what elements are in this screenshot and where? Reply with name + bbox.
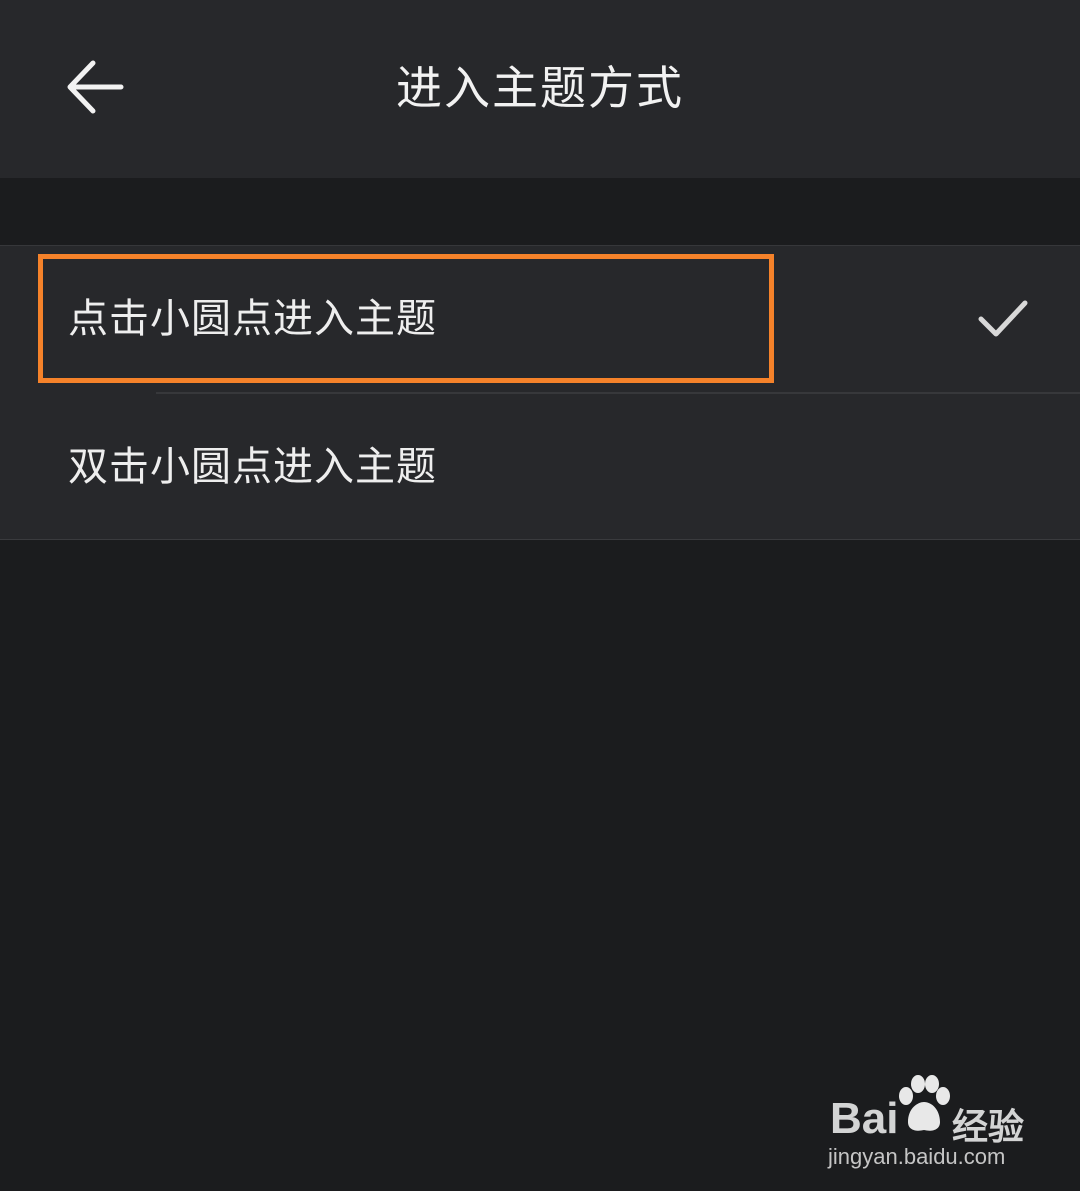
top-app-bar: 进入主题方式 (0, 0, 1080, 178)
paw-icon (899, 1075, 950, 1131)
section-gap (0, 178, 1080, 246)
option-single-tap[interactable]: 点击小圆点进入主题 (0, 246, 1080, 394)
checkmark-icon (978, 300, 1028, 337)
baidu-jingyan-watermark: Bai 经验 jingyan.baidu.com (826, 1072, 1066, 1172)
watermark-suffix: 经验 (952, 1107, 1025, 1148)
watermark-url: jingyan.baidu.com (828, 1144, 1006, 1169)
option-label: 点击小圆点进入主题 (68, 296, 437, 342)
option-label: 双击小圆点进入主题 (68, 444, 437, 490)
arrow-left-icon (67, 60, 124, 114)
back-button[interactable] (54, 46, 136, 128)
option-double-tap[interactable]: 双击小圆点进入主题 (0, 394, 1080, 540)
watermark-brand: Bai (830, 1094, 899, 1143)
options-list: 点击小圆点进入主题 双击小圆点进入主题 (0, 245, 1080, 540)
page-title: 进入主题方式 (396, 61, 684, 115)
